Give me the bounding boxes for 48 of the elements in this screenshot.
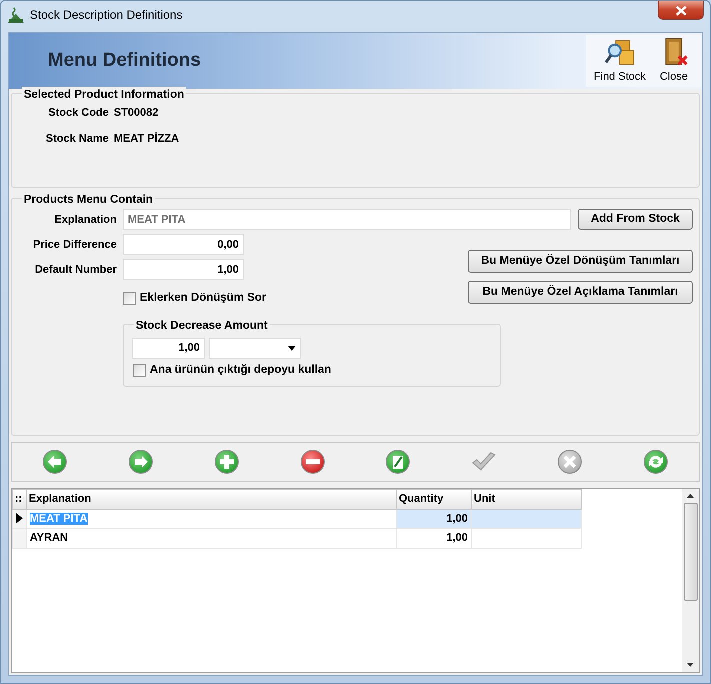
remove-icon xyxy=(300,449,326,475)
checkbox[interactable] xyxy=(133,364,146,377)
column-header[interactable]: Unit xyxy=(472,490,582,509)
table-cell: AYRAN xyxy=(26,528,396,548)
cancel-icon xyxy=(557,449,584,475)
add-button[interactable] xyxy=(214,449,240,475)
delete-button[interactable] xyxy=(300,449,326,475)
table-cell: 1,00 xyxy=(396,528,472,548)
edit-button[interactable] xyxy=(385,449,412,475)
table-cell: MEAT PITA xyxy=(26,509,396,528)
field-value: ST00082 xyxy=(114,106,159,122)
field-label: Stock Code xyxy=(47,106,109,122)
refresh-button[interactable] xyxy=(643,449,670,475)
field-label: Price Difference xyxy=(32,238,117,252)
checkbox-label: Eklerken Dönüşüm Sor xyxy=(140,291,267,306)
find-stock-button[interactable]: Find Stock xyxy=(590,35,650,87)
close-button[interactable]: Close xyxy=(650,35,698,87)
dropdown-arrow-icon xyxy=(288,346,296,351)
field-label: Explanation xyxy=(54,212,117,228)
field-value: MEAT PİZZA xyxy=(114,132,180,147)
row-indicator[interactable] xyxy=(12,509,26,528)
close-icon xyxy=(676,6,686,16)
column-header[interactable]: Explanation xyxy=(26,490,396,509)
description-definitions-button[interactable]: Bu Menüye Özel Açıklama Tanımları xyxy=(468,281,693,304)
amount-field[interactable]: 1,00 xyxy=(132,338,205,359)
next-button[interactable] xyxy=(128,449,154,475)
prev-button[interactable] xyxy=(42,449,68,475)
default-number-field[interactable]: 1,00 xyxy=(123,259,244,280)
field-label: Stock Name xyxy=(45,132,109,147)
table-cell: 1,00 xyxy=(396,509,472,528)
column-header[interactable]: Quantity xyxy=(396,490,472,509)
field-label: Default Number xyxy=(34,262,117,278)
add-from-stock-button[interactable]: Add From Stock xyxy=(578,209,693,230)
window-title: Stock Description Definitions xyxy=(30,7,183,24)
row-pointer-icon xyxy=(16,513,23,524)
grid-corner: :: xyxy=(12,490,26,509)
refresh-icon xyxy=(643,449,670,475)
price-difference-field[interactable]: 0,00 xyxy=(123,234,244,256)
close-button[interactable] xyxy=(658,1,704,20)
page-title: Menu Definitions xyxy=(48,48,202,73)
app-icon xyxy=(7,6,25,24)
scrollbar-thumb[interactable] xyxy=(684,503,698,601)
checkbox[interactable] xyxy=(123,292,136,306)
checkbox-label: Ana ürünün çıktığı depoyu kullan xyxy=(150,362,332,378)
add-icon xyxy=(214,449,240,475)
conversion-definitions-button[interactable]: Bu Menüye Özel Dönüşüm Tanımları xyxy=(468,250,693,274)
edit-icon xyxy=(385,449,412,475)
scrollbar[interactable] xyxy=(682,489,699,672)
